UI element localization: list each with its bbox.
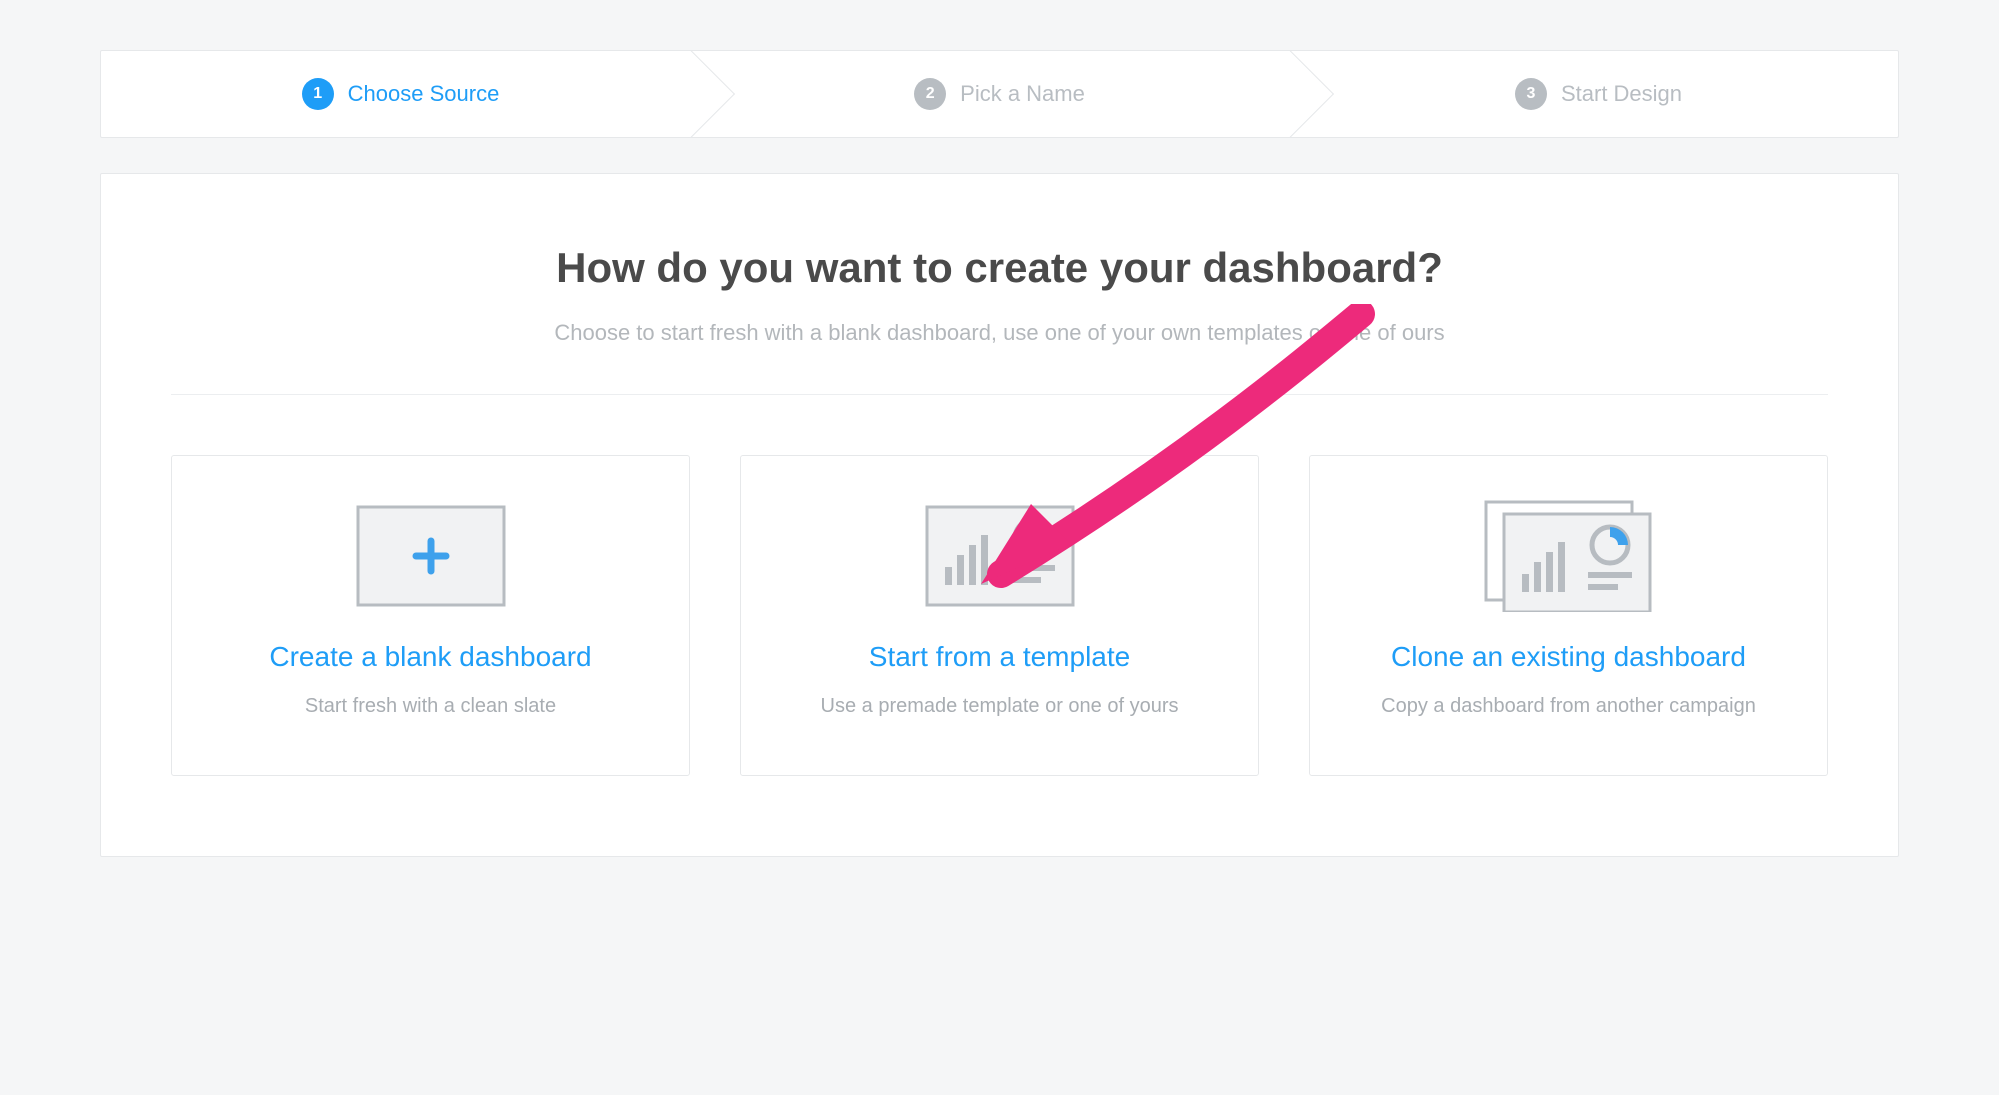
panel-subtitle: Choose to start fresh with a blank dashb… — [171, 320, 1828, 346]
option-clone-existing-dashboard[interactable]: Clone an existing dashboard Copy a dashb… — [1309, 455, 1828, 776]
option-description: Use a premade template or one of yours — [771, 692, 1228, 720]
step-choose-source[interactable]: 1 Choose Source — [101, 51, 700, 137]
panel-title: How do you want to create your dashboard… — [171, 244, 1828, 292]
option-title: Start from a template — [771, 639, 1228, 674]
step-number-badge: 1 — [302, 78, 334, 110]
step-label: Choose Source — [348, 81, 500, 107]
option-description: Start fresh with a clean slate — [202, 692, 659, 720]
blank-dashboard-icon — [202, 501, 659, 611]
template-icon — [771, 501, 1228, 611]
clone-dashboard-icon — [1340, 501, 1797, 611]
option-create-blank-dashboard[interactable]: Create a blank dashboard Start fresh wit… — [171, 455, 690, 776]
option-title: Clone an existing dashboard — [1340, 639, 1797, 674]
step-label: Start Design — [1561, 81, 1682, 107]
source-options: Create a blank dashboard Start fresh wit… — [171, 455, 1828, 776]
option-description: Copy a dashboard from another campaign — [1340, 692, 1797, 720]
divider — [171, 394, 1828, 395]
step-number-badge: 3 — [1515, 78, 1547, 110]
option-start-from-template[interactable]: Start from a template Use a premade temp… — [740, 455, 1259, 776]
step-pick-a-name[interactable]: 2 Pick a Name — [700, 51, 1299, 137]
step-start-design[interactable]: 3 Start Design — [1299, 51, 1898, 137]
choose-source-panel: How do you want to create your dashboard… — [100, 173, 1899, 857]
option-title: Create a blank dashboard — [202, 639, 659, 674]
step-number-badge: 2 — [914, 78, 946, 110]
wizard-stepper: 1 Choose Source 2 Pick a Name 3 Start De… — [100, 50, 1899, 138]
step-label: Pick a Name — [960, 81, 1085, 107]
